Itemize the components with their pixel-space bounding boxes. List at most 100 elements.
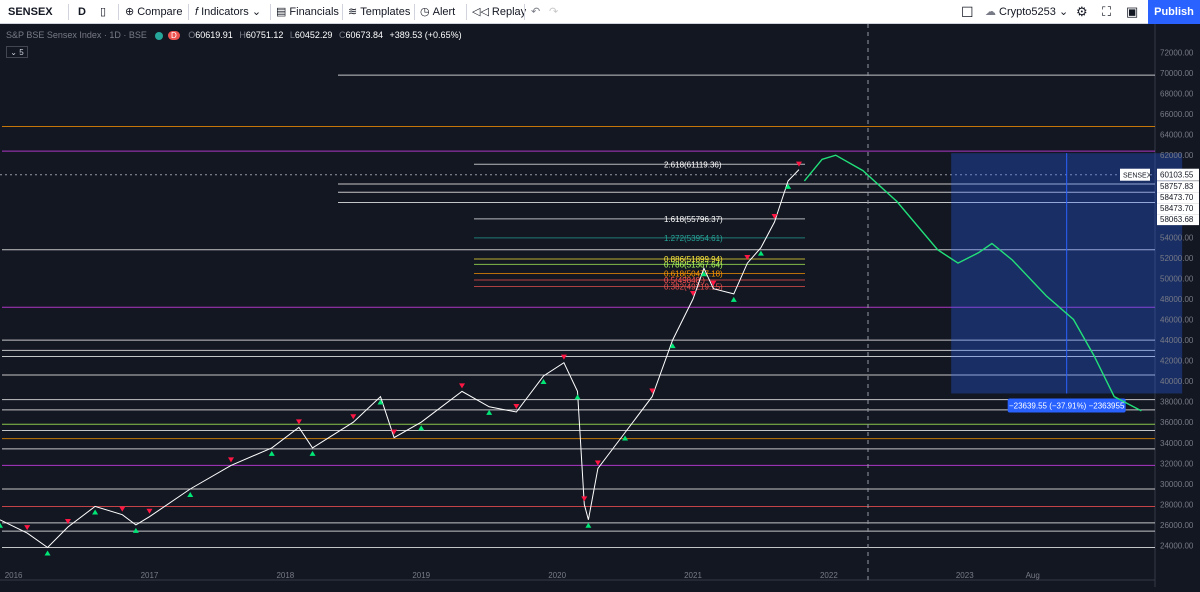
legend-badge: D	[167, 31, 180, 40]
fullscreen-checkbox-icon[interactable]: ☐	[961, 0, 974, 24]
fib-level-label: 1.618(55796.37)	[664, 215, 723, 224]
price-tick-label: 36000.00	[1160, 418, 1194, 427]
cloud-icon: ☁	[985, 6, 996, 18]
buy-signal-marker	[132, 527, 139, 533]
indicators-label: Indicators	[201, 6, 249, 18]
divider	[118, 4, 119, 20]
buy-signal-marker	[486, 409, 493, 415]
time-tick-label: 2022	[820, 571, 838, 580]
buy-signal-marker	[540, 379, 547, 385]
time-tick-label: 2023	[956, 571, 974, 580]
alert-button[interactable]: ◷ Alert	[420, 0, 455, 24]
bar-style-icon[interactable]: ▯	[100, 0, 106, 24]
time-tick-label: 2016	[5, 571, 23, 580]
layout-menu[interactable]: ☁ Crypto5253 ⌄	[985, 0, 1068, 24]
fullscreen-icon[interactable]: ⛶	[1102, 0, 1111, 24]
function-icon: f	[195, 6, 199, 18]
price-tick-label: 64000.00	[1160, 131, 1194, 140]
alert-label: Alert	[432, 6, 456, 18]
buy-signal-marker	[187, 491, 194, 497]
sell-signal-marker	[581, 496, 588, 502]
settings-gear-icon[interactable]: ⚙	[1076, 0, 1088, 24]
rewind-icon: ◁◁	[472, 6, 489, 18]
financials-button[interactable]: ▤ Financials	[276, 0, 339, 24]
sell-signal-marker	[350, 414, 357, 420]
legend-open: 60619.91	[195, 30, 233, 40]
price-tick-label: 46000.00	[1160, 316, 1194, 325]
divider	[342, 4, 343, 20]
price-tick-label: 52000.00	[1160, 254, 1194, 263]
buy-signal-marker	[418, 425, 425, 431]
time-tick-label: 2021	[684, 571, 702, 580]
chevron-down-icon: ⌄	[1058, 6, 1069, 18]
sell-signal-marker	[560, 354, 567, 360]
price-label: 58473.70	[1160, 193, 1194, 202]
sell-signal-marker	[146, 508, 153, 514]
sell-signal-marker	[459, 383, 465, 389]
divider	[524, 4, 525, 20]
price-tick-label: 54000.00	[1160, 233, 1194, 242]
price-label: 58473.70	[1160, 204, 1194, 213]
alarm-clock-icon: ◷	[420, 6, 430, 18]
templates-button[interactable]: ≋ Templates	[348, 0, 410, 24]
price-tick-label: 40000.00	[1160, 377, 1194, 386]
interval-button[interactable]: D	[78, 0, 86, 24]
fib-level-label: 2.618(61119.36)	[664, 160, 722, 169]
chevron-icon: ⌄	[10, 48, 17, 57]
time-tick-label: 2018	[276, 571, 294, 580]
undo-icon[interactable]: ↶	[531, 0, 540, 24]
price-tick-label: 34000.00	[1160, 439, 1194, 448]
sell-signal-marker	[295, 419, 302, 425]
publish-button[interactable]: Publish	[1148, 0, 1200, 24]
symbol-search[interactable]: SENSEX	[8, 0, 53, 24]
price-tick-label: 38000.00	[1160, 398, 1194, 407]
price-tick-label: 62000.00	[1160, 151, 1194, 160]
price-tick-label: 70000.00	[1160, 69, 1194, 78]
projection-label: −23639.55 (−37.91%) −2363955	[1009, 401, 1125, 410]
buy-signal-marker	[730, 296, 737, 302]
buy-signal-marker	[585, 522, 592, 528]
redo-icon[interactable]: ↷	[549, 0, 558, 24]
price-series-line	[0, 169, 800, 549]
current-price-label: 60103.55	[1160, 171, 1194, 180]
buy-signal-marker	[309, 450, 316, 456]
camera-icon[interactable]: ▣	[1126, 0, 1138, 24]
time-tick-label: 2020	[548, 571, 566, 580]
indicator-collapse-button[interactable]: ⌄ 5	[6, 46, 28, 58]
time-tick-label: Aug	[1026, 571, 1040, 580]
price-tick-label: 26000.00	[1160, 521, 1194, 530]
templates-label: Templates	[360, 6, 411, 18]
chevron-down-icon: ⌄	[251, 6, 262, 18]
buy-signal-marker	[92, 509, 99, 515]
chart-area[interactable]: −23639.55 (−37.91%) −2363955 2.618(61119.…	[0, 24, 1200, 587]
buy-signal-marker	[0, 522, 3, 528]
high-label-icon: H	[239, 30, 246, 40]
replay-button[interactable]: ◁◁ Replay	[472, 0, 526, 24]
time-tick-label: 2019	[412, 571, 430, 580]
price-tick-label: 66000.00	[1160, 110, 1194, 119]
buy-signal-marker	[622, 435, 629, 441]
price-tick-label: 24000.00	[1160, 541, 1194, 550]
price-chart[interactable]: −23639.55 (−37.91%) −2363955 2.618(61119.…	[0, 24, 1200, 587]
legend-low: 60452.29	[294, 30, 333, 40]
fib-level-label: 1.272(53954.61)	[664, 234, 723, 243]
indicators-button[interactable]: f Indicators ⌄	[195, 0, 261, 24]
compare-button[interactable]: ⊕ Compare	[125, 0, 182, 24]
buy-signal-marker	[268, 450, 275, 456]
symbol-legend: S&P BSE Sensex Index · 1D · BSE D O60619…	[6, 30, 466, 40]
price-tick-label: 32000.00	[1160, 459, 1194, 468]
bar-chart-icon: ▤	[276, 6, 287, 18]
price-tick-label: 68000.00	[1160, 90, 1194, 99]
buy-signal-marker	[44, 550, 51, 556]
sell-signal-marker	[228, 457, 234, 463]
price-tick-label: 72000.00	[1160, 49, 1194, 58]
layout-name: Crypto5253	[999, 6, 1056, 18]
time-tick-label: 2017	[141, 571, 159, 580]
price-tick-label: 50000.00	[1160, 274, 1194, 283]
divider	[68, 4, 69, 20]
sell-signal-marker	[119, 506, 126, 512]
collapse-count: 5	[19, 48, 24, 57]
symbol-tag: SENSEX	[1123, 173, 1152, 180]
compare-label: Compare	[137, 6, 183, 18]
sell-signal-marker	[24, 525, 31, 531]
